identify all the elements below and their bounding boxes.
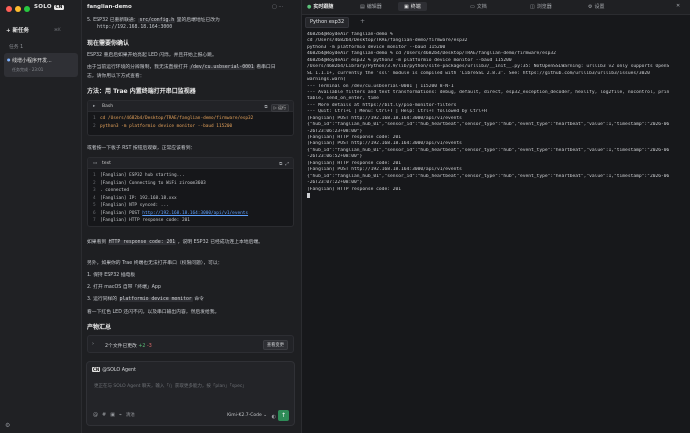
- tab-browser[interactable]: ◫ 浏览器: [530, 3, 552, 11]
- terminal-icon: ▣: [404, 3, 409, 10]
- close-pane-icon[interactable]: ✕: [676, 3, 680, 9]
- new-task-shortcut: ⌘K: [54, 27, 61, 32]
- clear-label[interactable]: 清池: [126, 412, 135, 418]
- heading-output: 产物汇总: [87, 324, 112, 331]
- voice-icon[interactable]: ◐: [272, 414, 276, 420]
- task-list-item[interactable]: ● 线增小程序开发... 任务完成 · 23:01: [4, 53, 78, 77]
- app-badge: CN: [53, 4, 64, 10]
- text-code-block: ▭ text ⧉ ⤢ 1 [Fanglian] ESP32 hub startin…: [87, 157, 294, 227]
- code-line: 2 python3 -m platformio device monitor --…: [93, 123, 233, 129]
- terminal-line: SL 1.1.1+, currently the 'ssl' module is…: [307, 70, 650, 76]
- close-window-button[interactable]: [6, 6, 12, 12]
- code-lang: Bash: [102, 104, 114, 109]
- lines-removed: -3: [146, 344, 152, 349]
- chat-input-box[interactable]: CN @SOLO Agent 更正在与 SOLO Agent 聊天，输入「/」获取…: [86, 361, 295, 426]
- editor-icon: ▤: [360, 3, 365, 10]
- code-lang: text: [102, 161, 111, 166]
- tasks-heading: 任务 1: [9, 45, 24, 50]
- doc-p2: 由于当前运行环境的分辨限制，我无法直接打开 /dev/cu.usbserial-…: [87, 65, 276, 70]
- code-line: 5 [Fanglian] NTP synced: ...: [93, 203, 169, 208]
- window-controls: [6, 6, 30, 12]
- panel-toggle-icon[interactable]: ▢ ⋯: [272, 4, 283, 10]
- copy-icon[interactable]: ⧉: [264, 104, 267, 112]
- code-line: 1 [Fanglian] ESP32 hub starting...: [93, 173, 185, 178]
- code-line: 3. connected: [93, 188, 130, 193]
- code-line: 6 [Fanglian] POST http://192.168.18.164:3…: [93, 210, 249, 216]
- terminal-output[interactable]: 4682b4@RoydeAir fanglian-demo % cd /Users…: [307, 32, 687, 199]
- file-icon: ▭: [93, 160, 98, 166]
- file-changes-bar: › 2个文件已更改 +2 -3 查看变更: [87, 335, 294, 353]
- right-tabs-bar: ● 实时跟随 ▤ 编辑器 ▣ 终端 ▭ 文档 ◫ 浏览器 ⚙ 设置 ✕: [302, 0, 690, 15]
- settings-icon[interactable]: ⚙: [5, 422, 10, 429]
- terminal-line: {"hub_id":"fanglian_hub_01","sensor_id":…: [307, 147, 670, 153]
- new-task-button[interactable]: + 新任务: [6, 26, 29, 34]
- gear-icon: ⚙: [588, 3, 593, 10]
- tab-settings[interactable]: ⚙ 设置: [588, 3, 605, 11]
- terminal-line: {"hub_id":"fanglian_hub_01","sensor_id":…: [307, 173, 670, 179]
- tab-follow[interactable]: ● 实时跟随: [307, 3, 333, 11]
- hash-icon[interactable]: #: [102, 412, 106, 418]
- agent-selector[interactable]: CN @SOLO Agent: [92, 367, 136, 373]
- inline-code: HTTP response code: 201: [107, 240, 177, 245]
- terminal-cursor: [307, 192, 687, 199]
- browser-icon: ◫: [530, 3, 535, 10]
- code-line: 7 [Fanglian] HTTP response code: 201: [93, 218, 190, 223]
- app-name: SOLO: [34, 4, 52, 10]
- doc-p3: 或者按一下板子 RST 按钮后观察，正常应该看到：: [87, 146, 196, 151]
- task-status-icon: ●: [7, 57, 11, 62]
- view-changes-button[interactable]: 查看变更: [262, 340, 288, 350]
- model-selector[interactable]: Kimi-K2.7-Code ⌄: [227, 413, 267, 418]
- doc-p4: 如果看到 HTTP response code: 201 ，说明 ESP32 已…: [87, 240, 263, 245]
- doc-p2-cont: 志，请你用以下方式查看：: [87, 74, 145, 79]
- inline-code: platformio device monitor: [118, 297, 193, 302]
- task-title: 线增小程序开发...: [12, 58, 52, 64]
- maximize-window-button[interactable]: [24, 6, 30, 12]
- doc-step5-url: http://192.168.18.164:3000: [97, 25, 173, 30]
- minimize-window-button[interactable]: [15, 6, 21, 12]
- new-task-label: 新任务: [12, 28, 30, 34]
- terminal-tab-python[interactable]: Python esp32: [305, 17, 350, 28]
- image-icon[interactable]: ▣: [110, 412, 115, 418]
- code-line: 4 [Fanglian] IP: 192.168.18.xxx: [93, 195, 177, 201]
- tab-editor[interactable]: ▤ 编辑器: [360, 3, 382, 11]
- doc-p6: 看一下红色 LED 还闪不闪，以及串口输出内容，然后发给我。: [87, 310, 220, 315]
- tab-docs[interactable]: ▭ 文档: [470, 3, 487, 11]
- inline-code: /dev/cu.usbserial-0001: [189, 65, 255, 70]
- at-icon[interactable]: @: [93, 412, 98, 418]
- left-sidebar: SOLO CN + 新任务 ⌘K 任务 1 ● 线增小程序开发... 任务完成 …: [0, 0, 82, 433]
- run-button[interactable]: ▷ 运行: [270, 103, 289, 112]
- chat-input-placeholder[interactable]: 更正在与 SOLO Agent 聊天，输入「/」获取更多能力，按「plan」「s…: [94, 383, 247, 389]
- chevron-right-icon[interactable]: ›: [92, 341, 94, 347]
- send-button[interactable]: ↑: [278, 410, 289, 421]
- url-link[interactable]: http://192.168.18.164:3000/api/v1/events: [142, 211, 248, 216]
- terminal-line: /Users/4682b4/Library/Python/3.9/lib/pyt…: [307, 64, 670, 70]
- doc-step5: 5. ESP32 已重新联通：src/config.h 里的后端地址已改为: [87, 18, 220, 23]
- app-logo: SOLO CN: [34, 4, 64, 10]
- heading-confirm: 现在需要你确认: [87, 40, 130, 47]
- lines-added: +2: [138, 344, 146, 349]
- expand-icon[interactable]: ⤢: [285, 161, 289, 167]
- bash-code-block: ▸ Bash ⧉ ▷ 运行 1 cd /Users/4682b4/Desktop/…: [87, 100, 294, 136]
- code-line: 2 [Fanglian] Connecting to WiFi ziroom360…: [93, 180, 206, 186]
- heading-method: 方法：用 Trae 内置终端打开串口监视器: [87, 88, 196, 95]
- code-line: 1 cd /Users/4682b4/Desktop/TRAE/fanglian-…: [93, 116, 254, 121]
- project-title: fanglian-demo: [87, 4, 132, 10]
- right-pane: ● 实时跟随 ▤ 编辑器 ▣ 终端 ▭ 文档 ◫ 浏览器 ⚙ 设置 ✕ Python esp…: [301, 0, 690, 433]
- attach-icon[interactable]: ⌁: [119, 412, 122, 418]
- doc-list-item: 3. 运行同样的 platformio device monitor 命令: [87, 297, 204, 302]
- doc-icon: ▭: [470, 3, 475, 10]
- copy-icon[interactable]: ⧉: [279, 161, 282, 167]
- add-terminal-icon[interactable]: +: [360, 18, 365, 25]
- inline-code: src/config.h: [138, 18, 176, 23]
- tab-terminal[interactable]: ▣ 终端: [398, 2, 427, 11]
- doc-list-item: 1. 保持 ESP32 插电板: [87, 273, 136, 278]
- doc-p1: ESP32 重启后如果开始亮起 LED 闪烁，并且开始上报心跳。: [87, 53, 217, 58]
- doc-p5: 另外，如果你的 Trae 终端也无法打开串口（权限问题），可以：: [87, 261, 223, 266]
- doc-list-item: 2. 打开 macOS 自带「终端」App: [87, 285, 161, 290]
- live-dot-icon: ●: [307, 3, 312, 10]
- terminal-line: {"hub_id":"fanglian_hub_01","sensor_id":…: [307, 122, 670, 128]
- task-subtitle: 任务完成 · 23:01: [12, 67, 44, 72]
- terminal-icon: ▸: [93, 103, 96, 109]
- changes-summary: 2个文件已更改 +2 -3: [105, 344, 152, 349]
